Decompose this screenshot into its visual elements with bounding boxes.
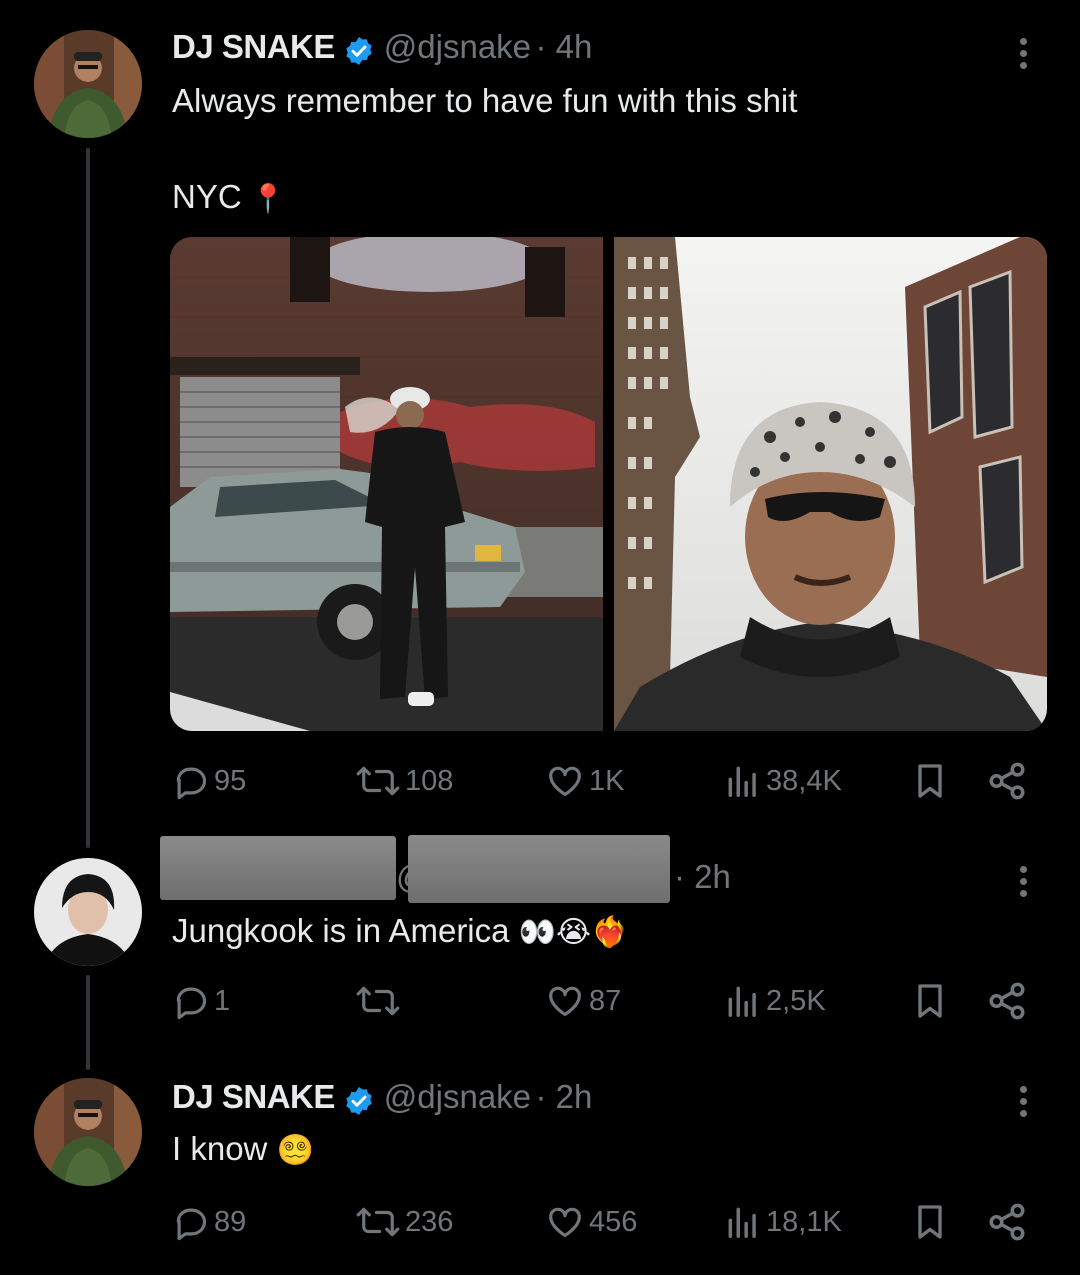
views-icon [728, 986, 756, 1017]
like-icon [549, 986, 581, 1017]
share-icon [989, 1203, 1025, 1241]
display-name[interactable]: DJ SNAKE [172, 28, 335, 65]
verified-badge-icon [346, 1086, 372, 1115]
reply-count: 95 [214, 764, 247, 797]
more-icon[interactable] [1020, 866, 1028, 902]
tweet-text-body: Jungkook is in America [172, 912, 510, 949]
more-icon[interactable] [1020, 38, 1028, 74]
tweet-text: I know 😵‍💫 [172, 1130, 314, 1168]
retweet-button[interactable]: 236 [355, 1203, 453, 1241]
retweet-button[interactable]: 108 [355, 762, 453, 800]
reply-icon [176, 767, 207, 800]
avatar[interactable] [34, 1078, 142, 1186]
timestamp[interactable]: · 2h [674, 858, 731, 896]
share-button[interactable] [986, 760, 1028, 802]
share-button[interactable] [986, 1201, 1028, 1243]
handle[interactable]: @djsnake [384, 1078, 531, 1115]
pin-emoji: 📍 [250, 183, 286, 214]
bookmark-button[interactable] [910, 760, 950, 802]
like-button[interactable]: 1K [545, 762, 624, 800]
like-count: 456 [589, 1205, 638, 1238]
redacted-handle [408, 835, 670, 903]
reply-button[interactable]: 95 [172, 762, 246, 800]
retweet-icon [356, 986, 400, 1016]
location-text: NYC [172, 178, 242, 215]
views-button[interactable]: 18,1K [724, 1203, 842, 1241]
reply-icon [176, 987, 207, 1020]
share-icon [989, 982, 1025, 1020]
reply-count: 1 [214, 984, 231, 1017]
bookmark-icon [918, 1205, 942, 1239]
tweet-header: DJ SNAKE @djsnake · 4h [172, 28, 592, 73]
thread-line [86, 148, 90, 848]
emojis: 👀😭❤️‍🔥 [518, 916, 629, 949]
timestamp[interactable]: · 2h [535, 1078, 592, 1115]
views-count: 2,5K [766, 984, 826, 1017]
media-grid [170, 237, 1047, 731]
display-name[interactable]: DJ SNAKE [172, 1078, 335, 1115]
views-button[interactable]: 2,5K [724, 982, 826, 1020]
reply-button[interactable]: 1 [172, 982, 230, 1020]
like-button[interactable]: 456 [545, 1203, 637, 1241]
share-button[interactable] [986, 980, 1028, 1022]
emoji: 😵‍💫 [276, 1134, 314, 1167]
tweet-text-body: I know [172, 1130, 268, 1167]
like-icon [549, 1207, 581, 1238]
bookmark-icon [918, 984, 942, 1018]
views-count: 18,1K [766, 1205, 842, 1238]
tweet-text-line1: Always remember to have fun with this sh… [172, 82, 798, 119]
more-icon[interactable] [1020, 1086, 1028, 1122]
bookmark-button[interactable] [910, 980, 950, 1022]
reply-count: 89 [214, 1205, 247, 1238]
views-button[interactable]: 38,4K [724, 762, 842, 800]
handle[interactable]: @djsnake [384, 28, 531, 65]
views-icon [728, 766, 756, 797]
retweet-count: 236 [405, 1205, 454, 1238]
retweet-button[interactable] [355, 982, 405, 1020]
retweet-count: 108 [405, 764, 454, 797]
reply-icon [176, 1208, 207, 1241]
redacted-name [160, 836, 396, 900]
like-count: 1K [589, 764, 625, 797]
tweet-text-line2: NYC 📍 [172, 178, 286, 216]
retweet-icon [356, 766, 400, 796]
views-count: 38,4K [766, 764, 842, 797]
avatar[interactable] [34, 858, 142, 966]
like-button[interactable]: 87 [545, 982, 621, 1020]
media-gutter [603, 237, 614, 731]
verified-badge-icon [346, 36, 372, 65]
bookmark-icon [918, 764, 942, 798]
retweet-icon [356, 1207, 400, 1237]
views-icon [728, 1207, 756, 1238]
like-icon [549, 766, 581, 797]
tweet-text: Jungkook is in America 👀😭❤️‍🔥 [172, 912, 628, 950]
like-count: 87 [589, 984, 622, 1017]
timestamp[interactable]: · 4h [535, 28, 592, 65]
thread-line [86, 975, 90, 1070]
bookmark-button[interactable] [910, 1201, 950, 1243]
reply-button[interactable]: 89 [172, 1203, 246, 1241]
tweet-header: DJ SNAKE @djsnake · 2h [172, 1078, 592, 1123]
share-icon [989, 762, 1025, 800]
avatar[interactable] [34, 30, 142, 138]
